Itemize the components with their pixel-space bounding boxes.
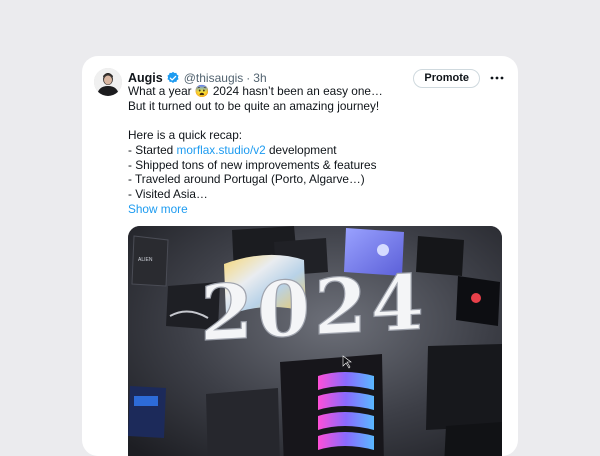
tweet-card: Augis @thisaugis · 3h Promote What a yea…: [82, 56, 518, 456]
tweet-line: But it turned out to be quite an amazing…: [128, 98, 380, 113]
tweet-line: What a year 😨 2024 hasn’t been an easy o…: [128, 84, 383, 98]
verified-badge-icon: [166, 71, 180, 85]
tweet-line: - Started morflax.studio/v2 development: [128, 142, 337, 157]
tweet-timestamp[interactable]: 3h: [253, 71, 266, 85]
tweet-line: - Traveled around Portugal (Porto, Algar…: [128, 172, 365, 187]
media-year-text: 2024: [200, 257, 428, 358]
show-more-link[interactable]: Show more: [128, 202, 188, 216]
tweet-link[interactable]: morflax.studio/v2: [177, 143, 266, 157]
author-name[interactable]: Augis: [128, 71, 163, 85]
tweet-media-image[interactable]: ALIEN 2024: [128, 226, 502, 456]
separator-dot: ·: [246, 71, 251, 85]
svg-text:ALIEN: ALIEN: [138, 257, 153, 263]
emoji: 😨: [194, 84, 210, 98]
tweet-text: What a year 😨 2024 hasn’t been an easy o…: [128, 84, 502, 216]
tweet-blank-line: [128, 113, 502, 128]
tweet-line: Here is a quick recap:: [128, 128, 243, 143]
tweet-line: - Visited Asia…: [128, 186, 208, 201]
author-handle[interactable]: @thisaugis: [184, 71, 244, 85]
tweet-line: - Shipped tons of new improvements & fea…: [128, 157, 377, 172]
avatar[interactable]: [94, 68, 122, 96]
